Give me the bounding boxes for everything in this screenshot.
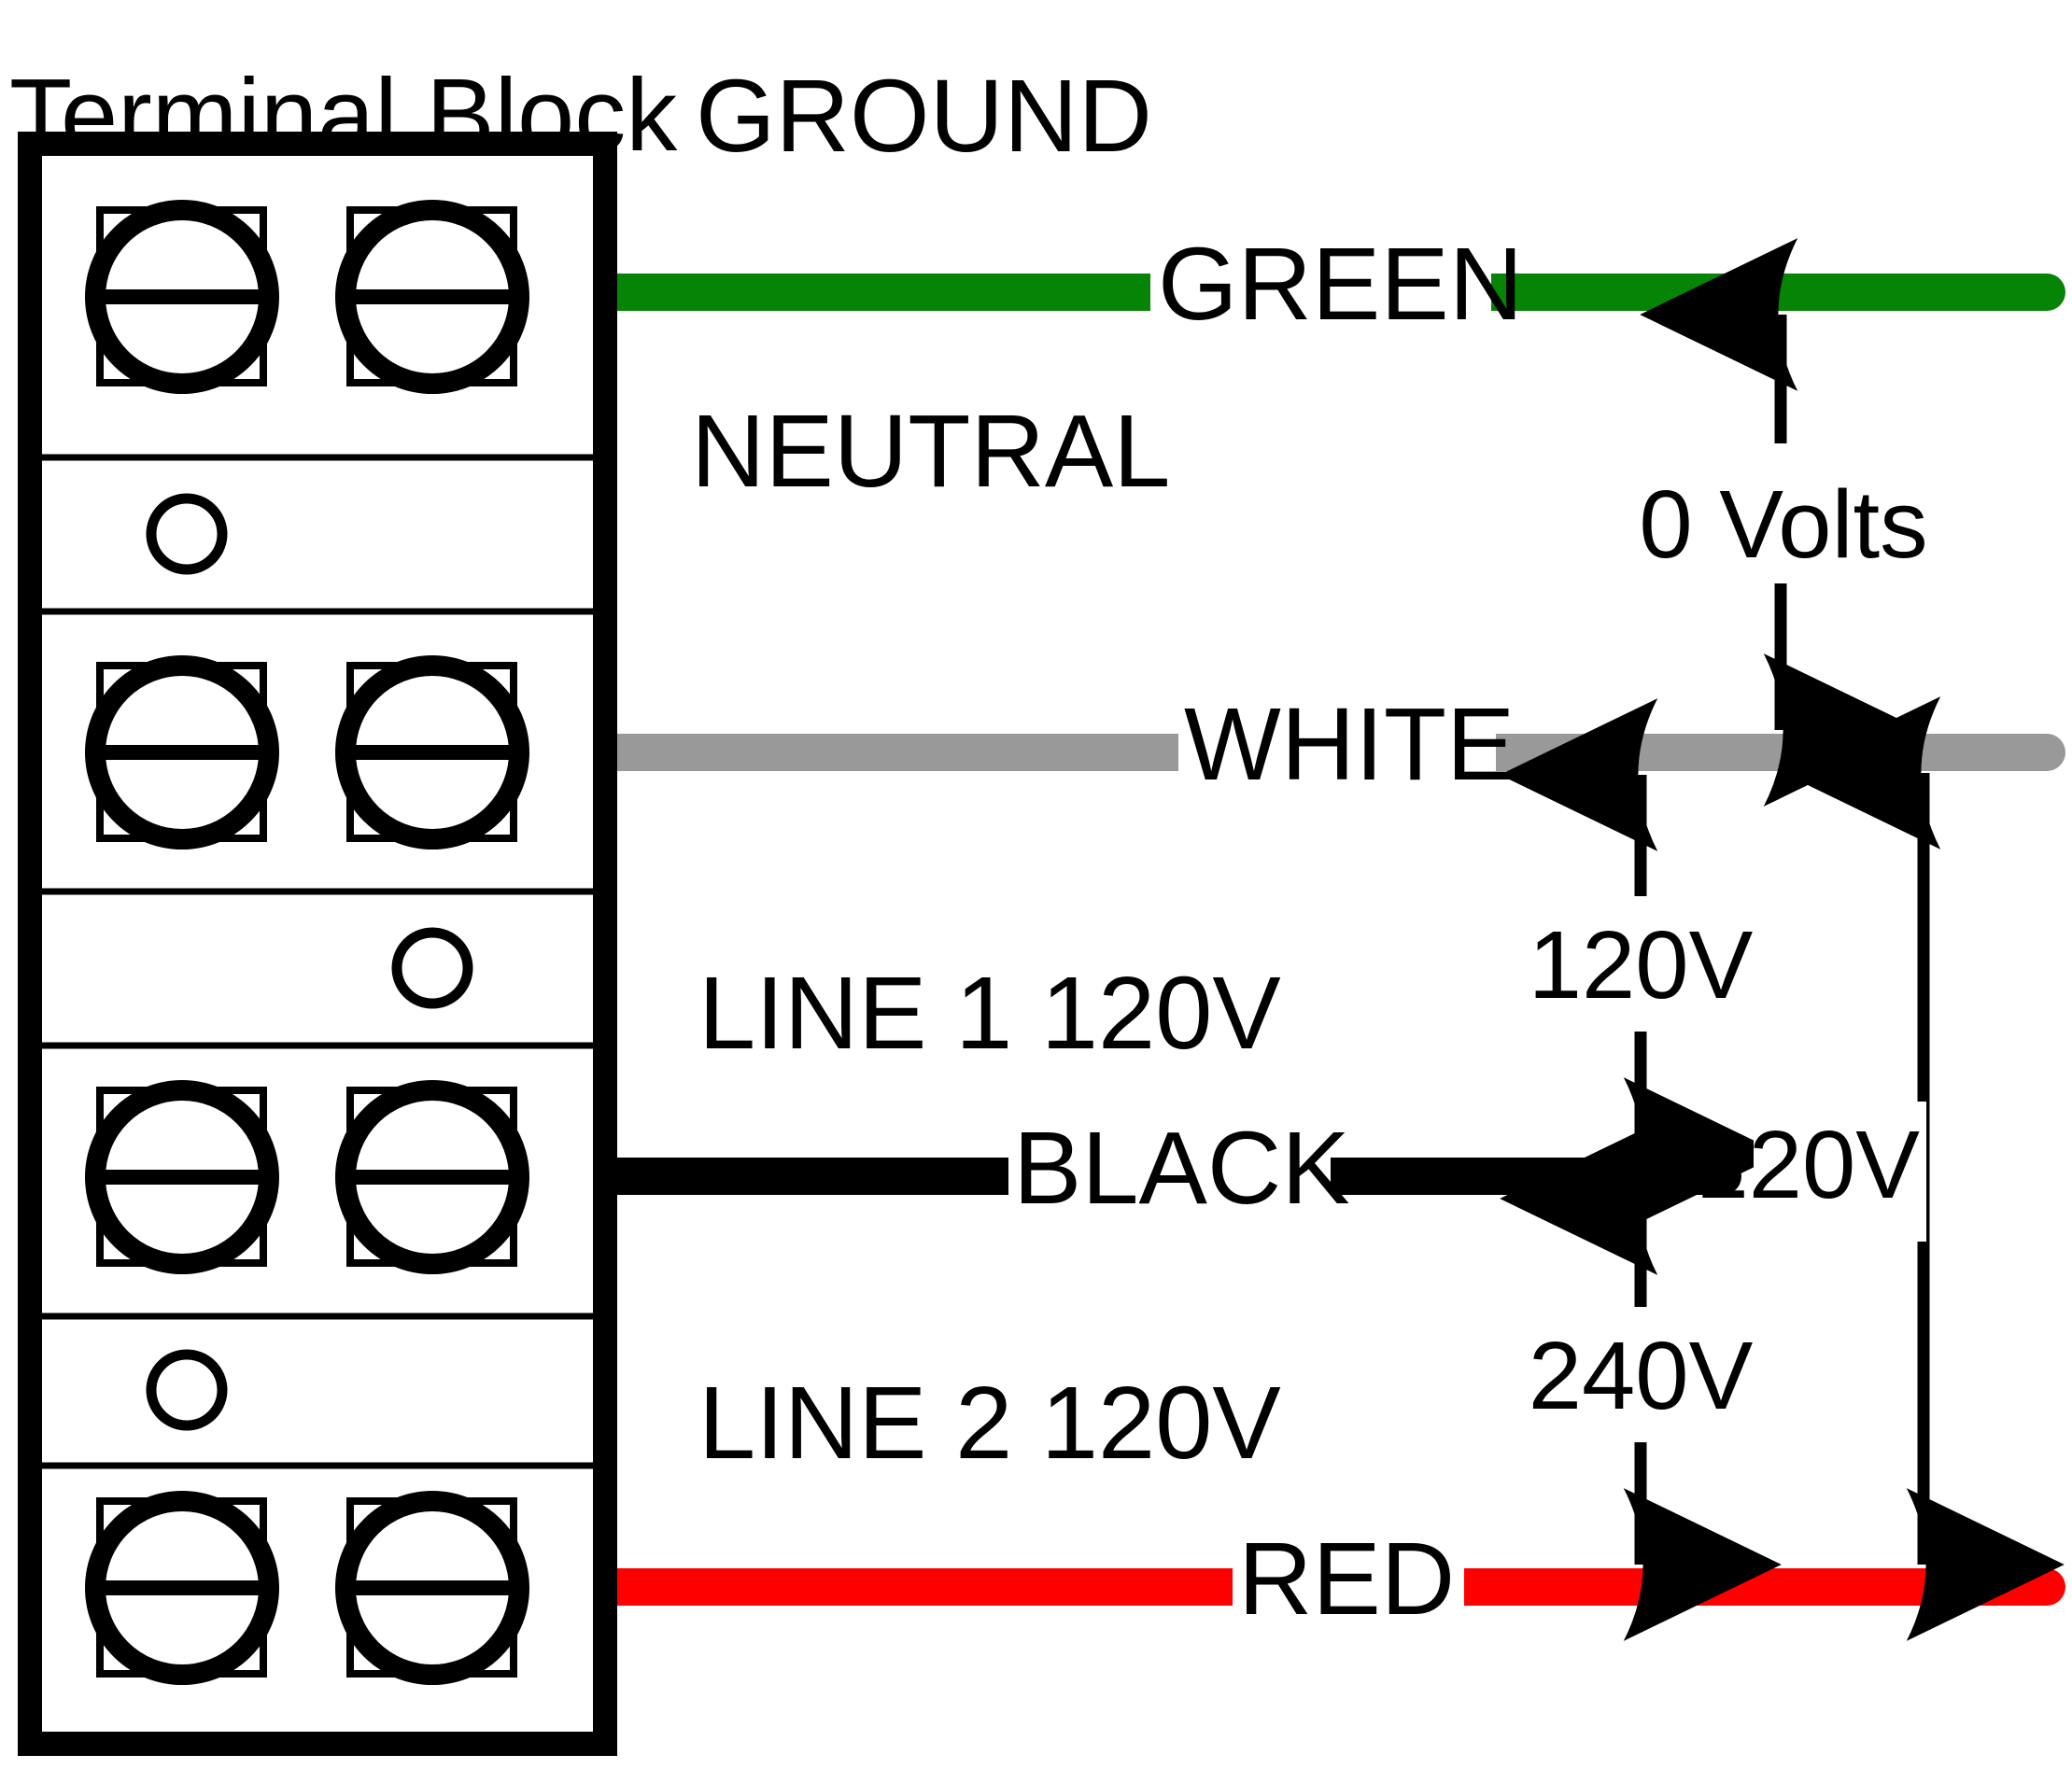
measurement-label-0-volts: 0 Volts [1639, 470, 1927, 578]
screw-terminal-line2-left[interactable] [85, 1491, 279, 1685]
page-title: Terminal Block [9, 58, 678, 173]
screw-terminal-neutral-left[interactable] [85, 655, 279, 849]
conductor-wire-label-white-group: WHITE [1178, 687, 1515, 812]
conductor-function-label-line2: LINE 2 120V [698, 1366, 1281, 1481]
conductor-wire-label-red-group: RED [1233, 1522, 1464, 1647]
wiring-diagram-canvas: 0 Volts 120V 240V 120V Terminal Block GR… [0, 0, 2072, 1769]
screw-terminal-ground-left[interactable] [85, 200, 279, 394]
terminal-block[interactable] [18, 132, 617, 1756]
measurement-neutral-to-line2: 120V [1695, 696, 2065, 1641]
measurement-label-240v: 240V [1529, 1322, 1754, 1429]
conductor-wire-label-green: GREEN [1158, 227, 1523, 342]
conductor-function-label-line1: LINE 1 120V [698, 956, 1281, 1071]
screw-terminal-neutral-right[interactable] [335, 655, 529, 849]
screw-terminal-line2-right[interactable] [335, 1491, 529, 1685]
measurement-label-120v-neutral-line2: 120V [1695, 1111, 1920, 1218]
measurement-label-120v-neutral-line1: 120V [1529, 911, 1754, 1018]
conductor-wire-label-black: BLACK [1013, 1111, 1350, 1226]
measurement-ground-to-neutral: 0 Volts [1625, 238, 1942, 807]
screw-terminal-line1-left[interactable] [85, 1080, 279, 1274]
conductor-function-label-ground: GROUND [696, 59, 1152, 174]
measurement-line1-to-line2: 240V [1483, 1122, 1805, 1641]
conductor-wire-label-white: WHITE [1184, 687, 1515, 802]
conductor-wire-label-green-group: GREEN [1150, 227, 1523, 351]
conductor-wire-label-black-group: BLACK [1008, 1111, 1350, 1236]
screw-terminal-line1-right[interactable] [335, 1080, 529, 1274]
conductor-function-label-neutral: NEUTRAL [691, 394, 1170, 509]
measurement-neutral-to-line1: 120V [1494, 698, 1793, 1230]
conductor-wire-label-red: RED [1238, 1522, 1455, 1636]
screw-terminal-ground-right[interactable] [335, 200, 529, 394]
